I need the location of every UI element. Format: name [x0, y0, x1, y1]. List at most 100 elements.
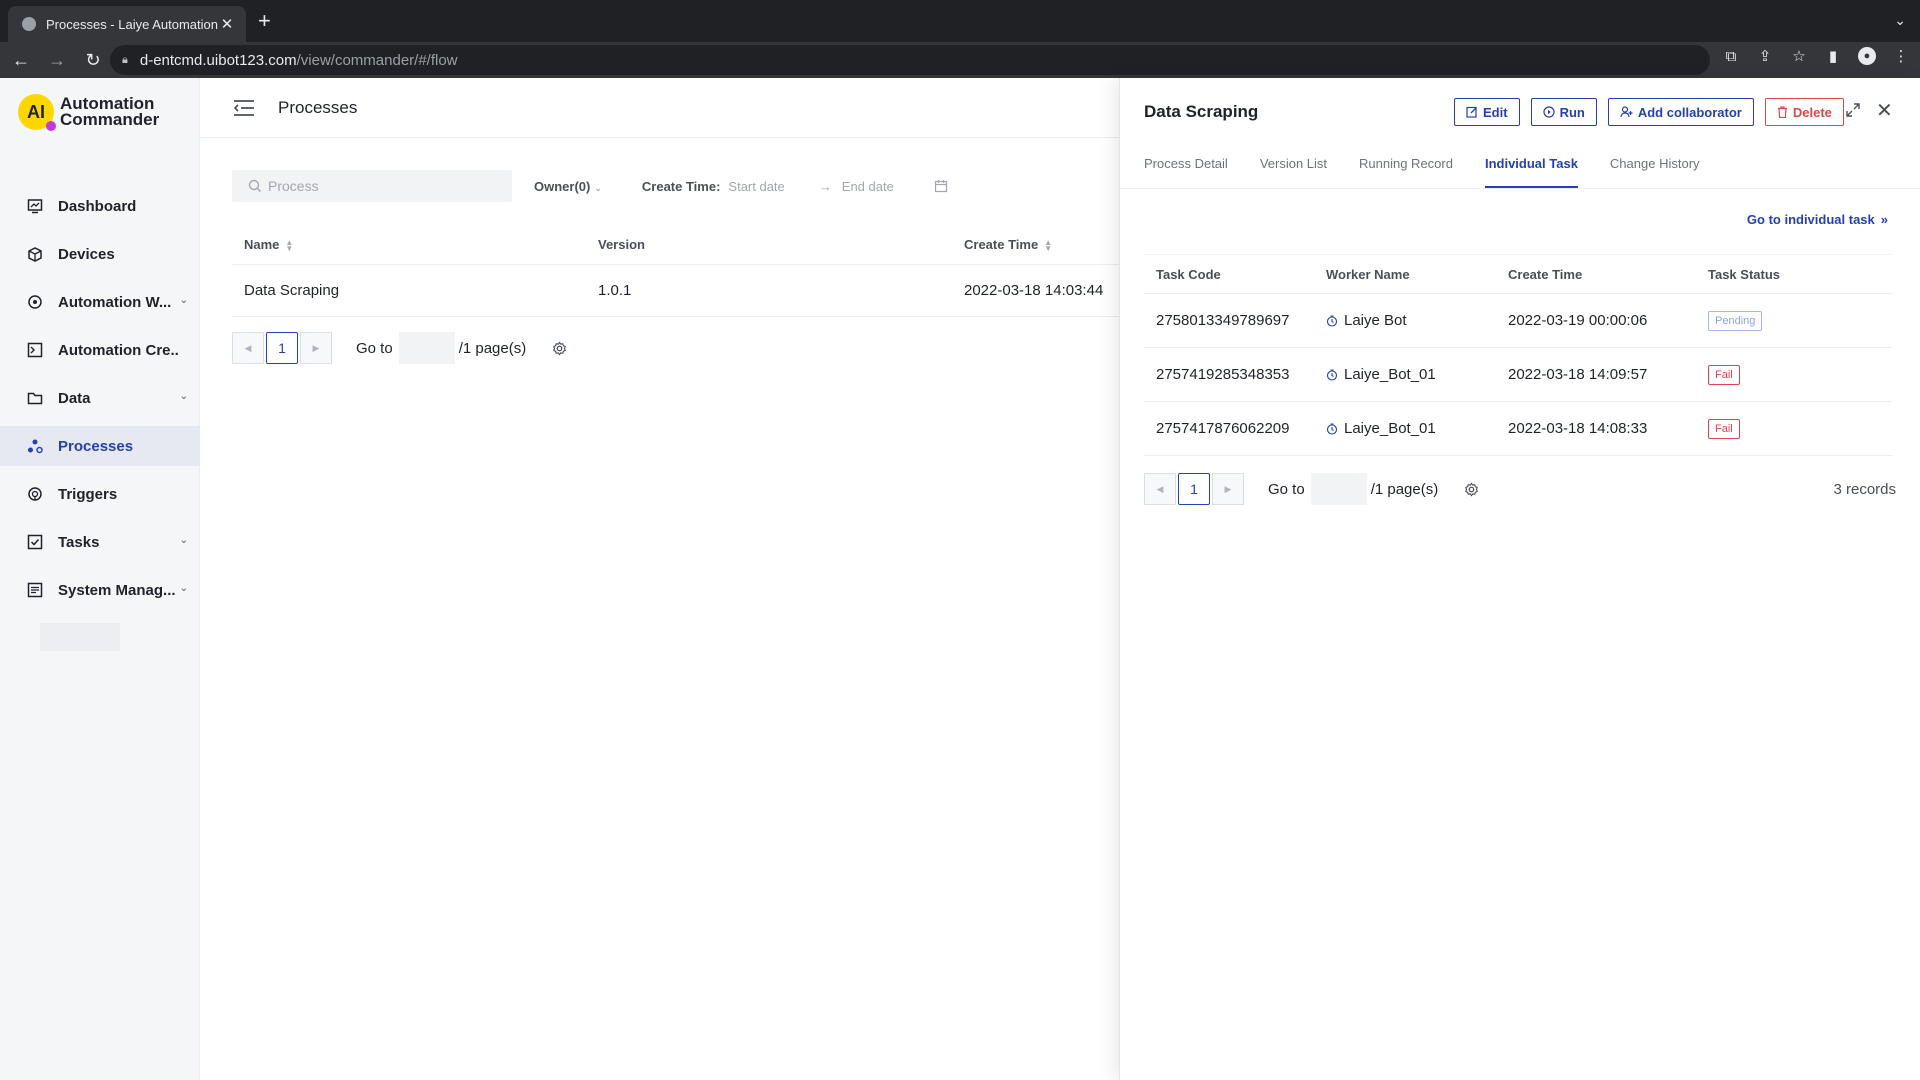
browser-toolbar: ← → ↻ 🔒︎ d-entcmd.uibot123.com/view/comm…: [0, 42, 1920, 78]
table-row[interactable]: 2758013349789697 Laiye Bot 2022-03-19 00…: [1144, 294, 1892, 348]
create-time-label: Create Time:: [641, 178, 721, 194]
edit-icon: [1466, 106, 1478, 118]
gear-icon[interactable]: [1464, 481, 1479, 497]
status-badge: Pending: [1708, 310, 1763, 331]
tab-individual-task[interactable]: Individual Task: [1484, 156, 1578, 188]
sidebar-item-label: Processes: [58, 437, 134, 455]
sidebar-placeholder: [0, 621, 200, 653]
add-collaborator-button[interactable]: Add collaborator: [1607, 98, 1754, 126]
star-icon[interactable]: ☆: [1790, 47, 1808, 65]
more-icon[interactable]: ⋮: [1892, 47, 1910, 65]
url-path: /view/commander/#/flow: [296, 51, 458, 69]
sort-icon[interactable]: ▲ ▼: [1044, 238, 1052, 252]
sidebar-item-dashboard[interactable]: Dashboard: [0, 186, 200, 226]
tab-change-history[interactable]: Change History: [1610, 156, 1700, 188]
profile-icon[interactable]: ●: [1858, 47, 1876, 65]
page-number-button[interactable]: 1: [266, 332, 298, 364]
prev-page-button[interactable]: ◀: [1144, 473, 1176, 505]
close-icon[interactable]: ✕: [218, 15, 236, 33]
system-management-icon: [26, 581, 44, 599]
back-icon[interactable]: ←: [6, 45, 36, 75]
gear-icon[interactable]: [552, 340, 567, 356]
main-pagination: ◀ 1 ▶ Go to /1 page(s): [232, 332, 567, 364]
address-bar[interactable]: 🔒︎ d-entcmd.uibot123.com/view/commander/…: [110, 45, 1710, 75]
sidebar-item-devices[interactable]: Devices: [0, 234, 200, 274]
drawer-actions: Edit Run Add collaborator Delete: [1454, 98, 1855, 126]
globe-icon: [22, 17, 36, 31]
delete-button[interactable]: Delete: [1764, 98, 1844, 126]
process-version: 1.0.1: [598, 282, 632, 299]
edit-label: Edit: [1483, 104, 1508, 120]
side-panel-icon[interactable]: ▮: [1824, 47, 1842, 65]
sidebar-item-data[interactable]: Data ⌄: [0, 378, 200, 418]
processes-icon: [26, 437, 44, 455]
double-chevron-right-icon: »: [1880, 212, 1888, 227]
translate-icon[interactable]: ⧉: [1722, 48, 1740, 65]
tab-process-detail[interactable]: Process Detail: [1144, 156, 1228, 188]
table-row[interactable]: 2757419285348353 Laiye_Bot_01 2022-03-18…: [1144, 348, 1892, 402]
column-header-task-status: Task Status: [1708, 266, 1781, 282]
next-page-button[interactable]: ▶: [300, 332, 332, 364]
worker-cell: Laiye Bot: [1326, 312, 1508, 329]
sidebar-item-automation-creator[interactable]: Automation Cre...: [0, 330, 200, 370]
browser-tab[interactable]: Processes - Laiye Automation ✕: [8, 6, 246, 42]
expand-icon[interactable]: [1845, 102, 1861, 118]
share-icon[interactable]: ⇪: [1756, 47, 1774, 65]
forward-icon[interactable]: →: [42, 45, 72, 75]
edit-button[interactable]: Edit: [1454, 98, 1520, 126]
sidebar-item-processes[interactable]: Processes: [0, 426, 200, 466]
drawer-tabs: Process Detail Version List Running Reco…: [1144, 156, 1732, 188]
owner-filter[interactable]: Owner(0) ⌄: [534, 179, 602, 194]
table-row[interactable]: Data Scraping 1.0.1 2022-03-18 14:03:44: [232, 265, 1120, 317]
worker-name: Laiye_Bot_01: [1344, 420, 1436, 437]
table-row[interactable]: 2757417876062209 Laiye_Bot_01 2022-03-18…: [1144, 402, 1892, 456]
goto-page-input[interactable]: [398, 332, 455, 364]
delete-label: Delete: [1792, 104, 1832, 120]
reload-icon[interactable]: ↻: [78, 45, 108, 75]
sidebar: AI Automation Commander Dashboard Device…: [0, 78, 200, 1080]
column-label: Name: [244, 237, 280, 252]
table-header: Name ▲ ▼ Version Create Time ▲ ▼: [232, 225, 1120, 265]
lock-icon: 🔒︎: [122, 53, 128, 66]
prev-page-button[interactable]: ◀: [232, 332, 264, 364]
page-number-button[interactable]: 1: [1178, 473, 1210, 505]
process-name[interactable]: Data Scraping: [232, 282, 598, 299]
play-icon: [1542, 106, 1555, 118]
sidebar-item-system-management[interactable]: System Manag... ⌄: [0, 570, 200, 610]
tab-running-record[interactable]: Running Record: [1359, 156, 1453, 188]
task-create-time: 2022-03-18 14:09:57: [1508, 366, 1648, 383]
column-header-name[interactable]: Name ▲ ▼: [232, 237, 598, 252]
tab-version-list[interactable]: Version List: [1260, 156, 1327, 188]
calendar-icon[interactable]: [934, 179, 948, 193]
next-page-button[interactable]: ▶: [1212, 473, 1244, 505]
column-header-task-code: Task Code: [1156, 266, 1221, 282]
data-folder-icon: [26, 389, 44, 407]
column-header-create-time[interactable]: Create Time ▲ ▼: [964, 237, 1120, 252]
search-input[interactable]: Process: [232, 170, 512, 202]
worker-cell: Laiye_Bot_01: [1326, 366, 1508, 383]
sidebar-item-label: Tasks: [58, 533, 100, 551]
sort-icon[interactable]: ▲ ▼: [285, 238, 293, 252]
sidebar-item-automation-worker[interactable]: Automation W... ⌄: [0, 282, 200, 322]
logo-line-2: Commander: [60, 110, 160, 129]
chevron-down-icon[interactable]: ⌄: [1894, 12, 1906, 29]
menu-collapse-icon[interactable]: [232, 96, 256, 120]
start-date-input[interactable]: Start date: [728, 179, 784, 194]
sidebar-nav: Dashboard Devices Automation W... ⌄ Auto…: [0, 186, 200, 618]
new-tab-icon[interactable]: +: [258, 10, 271, 32]
close-icon[interactable]: ✕: [1876, 101, 1893, 121]
end-date-input[interactable]: End date: [842, 179, 894, 194]
run-button[interactable]: Run: [1530, 98, 1597, 126]
add-user-icon: [1620, 106, 1633, 118]
sidebar-item-tasks[interactable]: Tasks ⌄: [0, 522, 200, 562]
status-badge: Fail: [1708, 418, 1740, 439]
triggers-icon: [26, 485, 44, 503]
browser-actions: ⧉ ⇪ ☆ ▮ ● ⋮: [1722, 47, 1910, 65]
logo[interactable]: AI Automation Commander: [18, 94, 160, 131]
go-to-individual-task-link[interactable]: Go to individual task »: [1747, 212, 1888, 227]
goto-page-input[interactable]: [1310, 473, 1367, 505]
status-badge: Fail: [1708, 364, 1740, 385]
sidebar-item-label: Dashboard: [58, 197, 137, 215]
sidebar-item-label: System Manag...: [58, 581, 176, 599]
sidebar-item-triggers[interactable]: Triggers: [0, 474, 200, 514]
